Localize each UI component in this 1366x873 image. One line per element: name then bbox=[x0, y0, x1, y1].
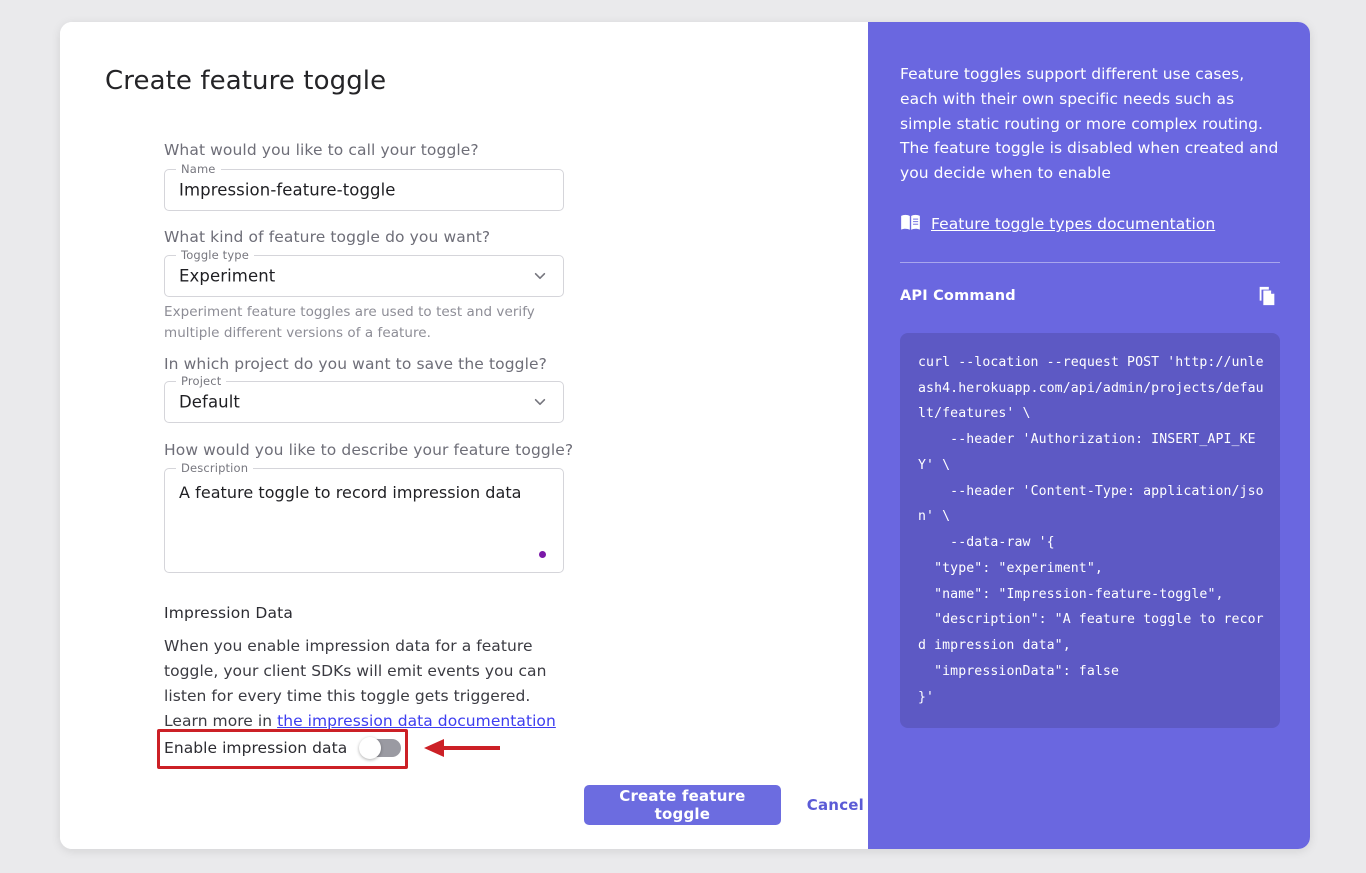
create-feature-toggle-button[interactable]: Create feature toggle bbox=[584, 785, 781, 825]
toggle-type-helper-text: Experiment feature toggles are used to t… bbox=[164, 302, 544, 344]
info-side-panel: Feature toggles support different use ca… bbox=[868, 22, 1310, 849]
impression-data-documentation-link[interactable]: the impression data documentation bbox=[277, 712, 556, 730]
impression-data-description: When you enable impression data for a fe… bbox=[164, 634, 564, 734]
project-value: Default bbox=[179, 393, 240, 412]
api-command-title: API Command bbox=[900, 288, 1016, 304]
form-actions: Create feature toggle Cancel bbox=[584, 785, 868, 825]
enable-impression-data-label: Enable impression data bbox=[164, 739, 347, 757]
chevron-down-icon[interactable] bbox=[533, 269, 547, 283]
project-label: Project bbox=[176, 375, 226, 388]
cancel-button[interactable]: Cancel bbox=[803, 796, 868, 814]
toggle-type-select[interactable]: Toggle type Experiment bbox=[164, 255, 564, 297]
page-title: Create feature toggle bbox=[105, 66, 386, 96]
name-field-value: Impression-feature-toggle bbox=[179, 181, 396, 200]
chevron-down-icon[interactable] bbox=[533, 395, 547, 409]
project-select[interactable]: Project Default bbox=[164, 381, 564, 423]
create-feature-toggle-card: Create feature toggle What would you lik… bbox=[60, 22, 1310, 849]
api-command-header: API Command bbox=[900, 283, 1280, 309]
form-column: Create feature toggle What would you lik… bbox=[60, 22, 868, 849]
toggle-type-value: Experiment bbox=[179, 267, 275, 286]
description-textarea-box[interactable]: Description A feature toggle to record i… bbox=[164, 468, 564, 573]
toggle-type-select-box[interactable]: Toggle type Experiment bbox=[164, 255, 564, 297]
project-select-box[interactable]: Project Default bbox=[164, 381, 564, 423]
description-textarea[interactable]: Description A feature toggle to record i… bbox=[164, 468, 564, 573]
type-question: What kind of feature toggle do you want? bbox=[164, 227, 490, 248]
documentation-link-row[interactable]: Feature toggle types documentation bbox=[900, 214, 1280, 235]
name-field-label: Name bbox=[176, 163, 221, 176]
red-pointer-arrow-annotation bbox=[422, 736, 502, 760]
project-question: In which project do you want to save the… bbox=[164, 354, 547, 375]
description-question: How would you like to describe your feat… bbox=[164, 440, 573, 461]
panel-divider bbox=[900, 262, 1280, 263]
feature-toggle-types-documentation-link[interactable]: Feature toggle types documentation bbox=[931, 215, 1215, 233]
copy-icon[interactable] bbox=[1254, 283, 1280, 309]
description-value: A feature toggle to record impression da… bbox=[179, 482, 533, 504]
name-field[interactable]: Name Impression-feature-toggle bbox=[164, 169, 564, 211]
name-question: What would you like to call your toggle? bbox=[164, 140, 479, 161]
screen: Create feature toggle What would you lik… bbox=[0, 0, 1366, 873]
enable-impression-data-row[interactable]: Enable impression data bbox=[164, 737, 403, 759]
description-label: Description bbox=[176, 462, 253, 475]
enable-impression-data-toggle[interactable] bbox=[359, 737, 403, 759]
name-field-box[interactable]: Name Impression-feature-toggle bbox=[164, 169, 564, 211]
book-icon bbox=[900, 214, 921, 235]
toggle-type-label: Toggle type bbox=[176, 249, 254, 262]
resize-handle-dot-icon[interactable] bbox=[539, 551, 546, 558]
panel-intro-text: Feature toggles support different use ca… bbox=[900, 62, 1280, 186]
impression-data-heading: Impression Data bbox=[164, 604, 293, 622]
api-command-code-block[interactable]: curl --location --request POST 'http://u… bbox=[900, 333, 1280, 728]
